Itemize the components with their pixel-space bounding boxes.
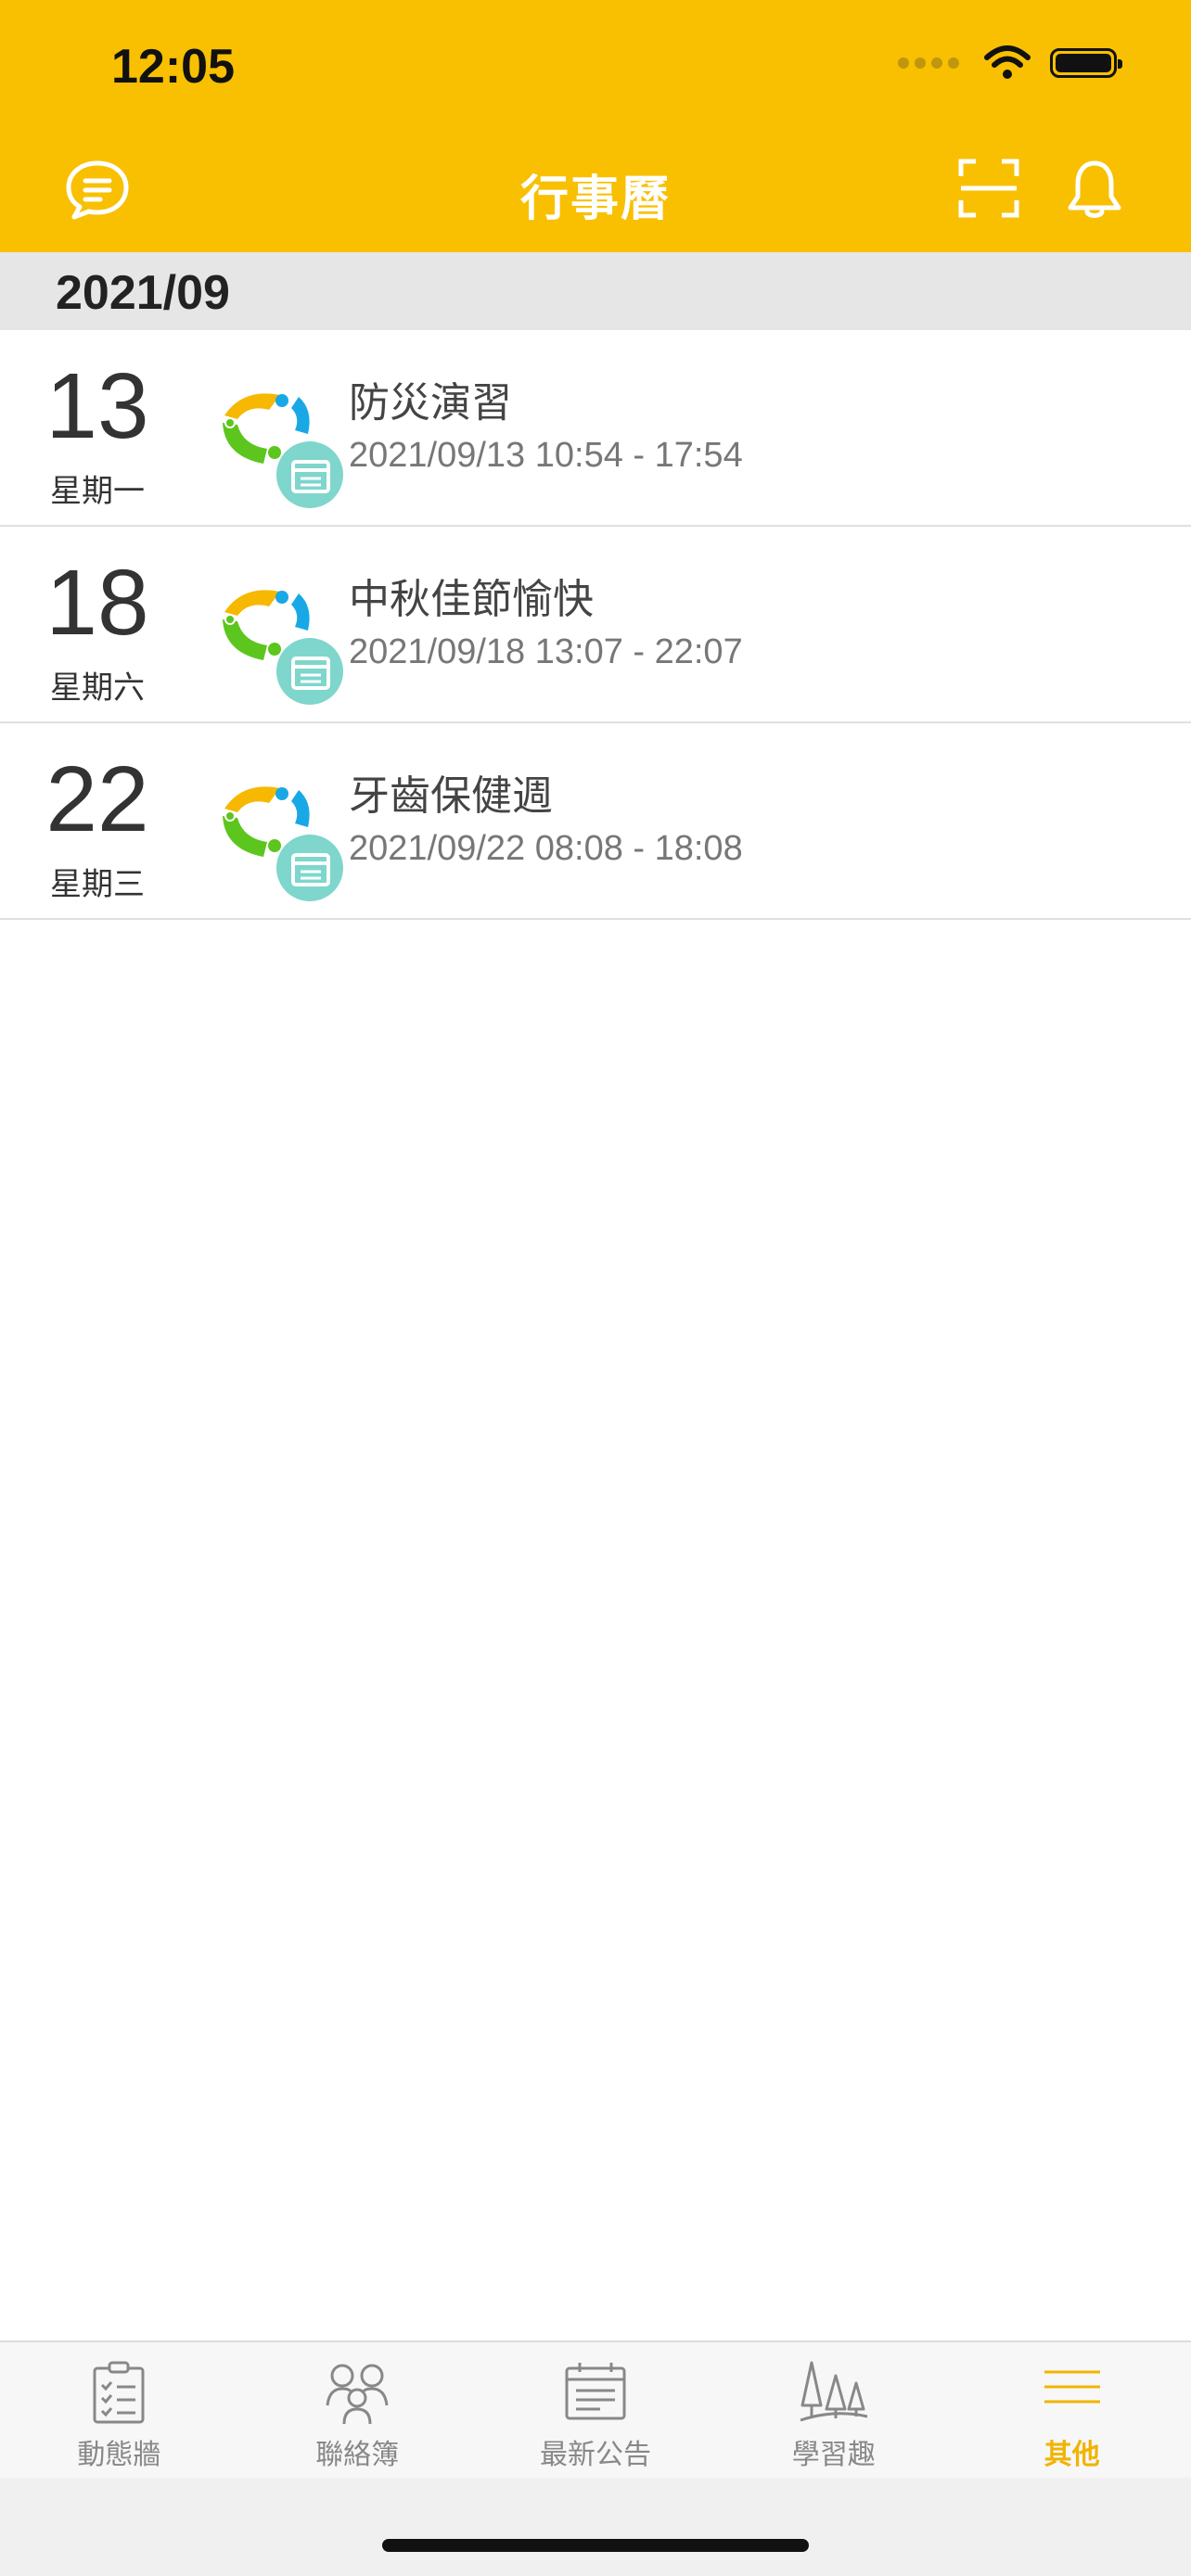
event-day: 22: [45, 747, 149, 851]
tab-label: 最新公告: [539, 2439, 651, 2471]
tab-contact-book[interactable]: 聯絡簿: [238, 2342, 477, 2480]
month-label: 2021/09: [56, 266, 230, 320]
event-item[interactable]: 13 星期一 防災演習 2021/09/13 10:54 - 17:54: [0, 330, 1191, 527]
trees-icon: [800, 2361, 868, 2422]
event-time: 2021/09/18 13:07 - 22:07: [349, 632, 743, 671]
status-indicators: [898, 45, 1122, 82]
event-list: 13 星期一 防災演習 2021/09/13 10:54 - 17:54 18 …: [0, 330, 1191, 920]
event-day: 13: [45, 354, 149, 458]
event-title: 防災演習: [349, 379, 512, 427]
event-item[interactable]: 22 星期三 牙齒保健週 2021/09/22 08:08 - 18:08: [0, 723, 1191, 920]
status-time: 12:05: [111, 40, 235, 94]
tab-label: 學習趣: [791, 2439, 876, 2471]
tab-label: 聯絡簿: [315, 2439, 400, 2471]
menu-lines-icon: [1044, 2370, 1100, 2404]
event-weekday: 星期一: [50, 473, 145, 510]
bottom-tab-bar: 動態牆 聯絡簿 最新公告 學習趣 其他: [0, 2340, 1191, 2480]
home-indicator-area: [0, 2478, 1191, 2576]
wifi-icon: [984, 45, 1031, 79]
app-header: 12:05 行事曆: [0, 0, 1191, 252]
bell-icon[interactable]: [1065, 158, 1124, 224]
calendar-notice-icon: [565, 2363, 626, 2420]
tab-label: 動態牆: [77, 2439, 161, 2471]
event-time: 2021/09/13 10:54 - 17:54: [349, 436, 743, 475]
event-title: 牙齒保健週: [349, 772, 553, 820]
family-group-icon: [326, 2364, 389, 2425]
month-header: 2021/09: [0, 252, 1191, 330]
school-logo-calendar-icon: [223, 393, 343, 508]
event-item[interactable]: 18 星期六 中秋佳節愉快 2021/09/18 13:07 - 22:07: [0, 527, 1191, 723]
tab-announcements[interactable]: 最新公告: [477, 2342, 715, 2480]
event-title: 中秋佳節愉快: [349, 576, 594, 623]
tab-feed[interactable]: 動態牆: [0, 2342, 238, 2480]
battery-icon: [1050, 48, 1122, 78]
event-weekday: 星期三: [50, 866, 145, 903]
event-weekday: 星期六: [50, 670, 145, 707]
tab-more[interactable]: 其他: [953, 2342, 1191, 2480]
cellular-signal-icon: [898, 57, 959, 69]
tab-learning[interactable]: 學習趣: [714, 2342, 953, 2480]
event-time: 2021/09/22 08:08 - 18:08: [349, 829, 743, 868]
tab-label: 其他: [1044, 2439, 1100, 2471]
event-day: 18: [45, 551, 149, 655]
home-indicator[interactable]: [382, 2539, 809, 2552]
school-logo-calendar-icon: [223, 590, 343, 705]
school-logo-calendar-icon: [223, 786, 343, 901]
scan-icon[interactable]: [957, 158, 1020, 223]
clipboard-checklist-icon: [93, 2361, 145, 2424]
